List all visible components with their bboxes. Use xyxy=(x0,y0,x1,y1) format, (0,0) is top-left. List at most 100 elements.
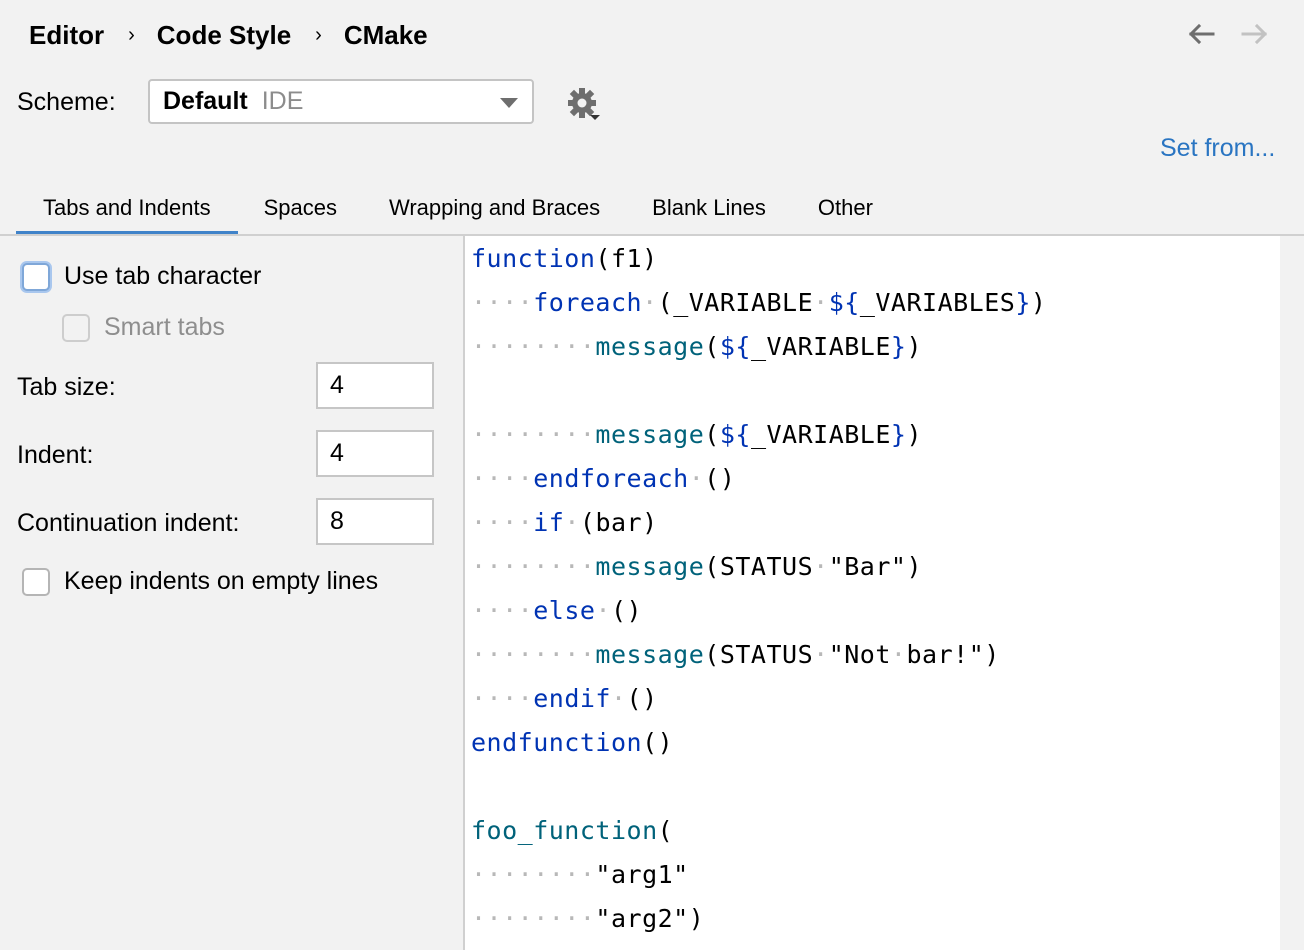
code-whitespace-marker: · xyxy=(564,508,580,537)
code-text: (STATUS xyxy=(704,552,814,581)
code-whitespace-marker: · xyxy=(813,288,829,317)
code-line: ····else·() xyxy=(471,589,642,633)
code-whitespace-marker: ········ xyxy=(471,420,596,449)
code-whitespace-marker: ···· xyxy=(471,596,534,625)
code-text: "Not xyxy=(828,640,891,669)
code-line: ········message(${_VARIABLE}) xyxy=(471,325,922,369)
tab-size-label: Tab size: xyxy=(17,373,116,401)
tab-wrapping-and-braces[interactable]: Wrapping and Braces xyxy=(363,186,626,232)
code-keyword: function xyxy=(471,244,596,273)
code-text: bar!") xyxy=(906,640,1000,669)
smart-tabs-label: Smart tabs xyxy=(104,313,225,341)
breadcrumb: Editor › Code Style › CMake xyxy=(29,18,428,52)
code-line: ····endif·() xyxy=(471,677,658,721)
code-function-call: message xyxy=(595,420,705,449)
code-whitespace-marker: ········ xyxy=(471,860,596,889)
code-whitespace-marker: · xyxy=(890,640,907,669)
code-text: () xyxy=(611,596,643,625)
code-keyword: foreach xyxy=(533,288,643,317)
code-whitespace-marker: ········ xyxy=(471,640,596,669)
continuation-indent-input[interactable]: 8 xyxy=(316,498,434,545)
set-from-link[interactable]: Set from... xyxy=(1160,134,1275,163)
code-whitespace-marker: ···· xyxy=(471,464,534,493)
code-variable-brace: } xyxy=(1015,288,1031,317)
forward-button[interactable] xyxy=(1240,20,1270,48)
tab-spaces[interactable]: Spaces xyxy=(238,186,363,232)
code-line: ········message(${_VARIABLE}) xyxy=(471,413,922,457)
code-whitespace-marker: ········ xyxy=(471,332,596,361)
code-function-call: message xyxy=(595,332,705,361)
tab-bar: Tabs and Indents Spaces Wrapping and Bra… xyxy=(16,186,899,236)
code-line: ····if·(bar) xyxy=(471,501,658,545)
keep-indents-option: Keep indents on empty lines xyxy=(22,567,378,596)
smart-tabs-checkbox[interactable] xyxy=(62,313,90,342)
scheme-name: Default xyxy=(163,87,248,115)
code-line: ····foreach·(_VARIABLE·${_VARIABLES}) xyxy=(471,281,1046,325)
use-tab-character-label[interactable]: Use tab character xyxy=(64,262,261,291)
code-function-call: message xyxy=(595,552,705,581)
breadcrumb-item-code-style[interactable]: Code Style xyxy=(157,20,291,51)
code-line: ········message(STATUS·"Not·bar!") xyxy=(471,633,1000,677)
scheme-dropdown[interactable]: Default IDE xyxy=(148,79,534,124)
code-whitespace-marker: ···· xyxy=(471,684,534,713)
code-text: (STATUS xyxy=(704,640,814,669)
breadcrumb-item-editor[interactable]: Editor xyxy=(29,20,104,51)
scheme-type: IDE xyxy=(261,87,304,115)
keep-indents-checkbox[interactable] xyxy=(22,567,50,596)
arrow-left-icon xyxy=(1188,23,1215,45)
code-whitespace-marker: · xyxy=(610,684,627,713)
code-line: ········"arg2") xyxy=(471,897,704,941)
code-preview[interactable]: function(f1) ····foreach·(_VARIABLE·${_VA… xyxy=(463,236,1280,950)
code-text: (bar) xyxy=(579,508,658,537)
tab-blank-lines[interactable]: Blank Lines xyxy=(626,186,792,232)
code-text: _VARIABLES xyxy=(859,288,1016,317)
code-whitespace-marker: ········ xyxy=(471,552,596,581)
tab-size-input[interactable]: 4 xyxy=(316,362,434,409)
continuation-indent-label: Continuation indent: xyxy=(17,509,240,537)
code-keyword: else xyxy=(533,596,596,625)
code-text: (_VARIABLE xyxy=(657,288,814,317)
gear-icon xyxy=(568,88,600,120)
code-line: endfunction() xyxy=(471,721,673,765)
code-text: ) xyxy=(906,332,923,361)
tab-tabs-and-indents[interactable]: Tabs and Indents xyxy=(16,186,238,236)
code-keyword: endfunction xyxy=(471,728,643,757)
code-variable-brace: } xyxy=(890,420,907,449)
indent-input[interactable]: 4 xyxy=(316,430,434,477)
code-whitespace-marker: · xyxy=(813,640,829,669)
code-text: ) xyxy=(906,420,923,449)
code-keyword: if xyxy=(533,508,565,537)
code-text: ( xyxy=(657,816,674,845)
code-text: (f1) xyxy=(595,244,658,273)
code-variable-brace: } xyxy=(890,332,907,361)
preview-scrollbar-track[interactable] xyxy=(1280,236,1304,950)
breadcrumb-separator-icon: › xyxy=(315,23,322,46)
scheme-actions-button[interactable] xyxy=(566,86,602,122)
code-text: "arg1" xyxy=(595,860,689,889)
scheme-label: Scheme: xyxy=(17,88,116,116)
tab-other[interactable]: Other xyxy=(792,186,899,232)
use-tab-character-checkbox[interactable] xyxy=(22,262,50,291)
use-tab-character-option: Use tab character xyxy=(22,262,261,291)
breadcrumb-item-cmake: CMake xyxy=(343,19,428,50)
code-text: ) xyxy=(1030,288,1047,317)
code-whitespace-marker: ········ xyxy=(471,904,596,933)
code-whitespace-marker: ···· xyxy=(471,508,534,537)
code-function-call: message xyxy=(595,640,705,669)
code-text: () xyxy=(642,728,674,757)
code-whitespace-marker: ···· xyxy=(471,288,534,317)
back-button[interactable] xyxy=(1186,20,1216,48)
indent-label: Indent: xyxy=(17,441,94,469)
code-text: "arg2") xyxy=(595,904,705,933)
code-whitespace-marker: · xyxy=(642,288,658,317)
code-text: ( xyxy=(704,332,720,361)
code-text: _VARIABLE xyxy=(750,332,891,361)
code-text: "Bar") xyxy=(828,552,923,581)
breadcrumb-separator-icon: › xyxy=(128,23,135,46)
keep-indents-label[interactable]: Keep indents on empty lines xyxy=(64,567,378,596)
smart-tabs-option: Smart tabs xyxy=(62,313,225,342)
code-variable-brace: ${ xyxy=(828,288,860,317)
code-text: () xyxy=(626,684,658,713)
code-whitespace-marker: · xyxy=(595,596,611,625)
code-line: ····endforeach·() xyxy=(471,457,735,501)
